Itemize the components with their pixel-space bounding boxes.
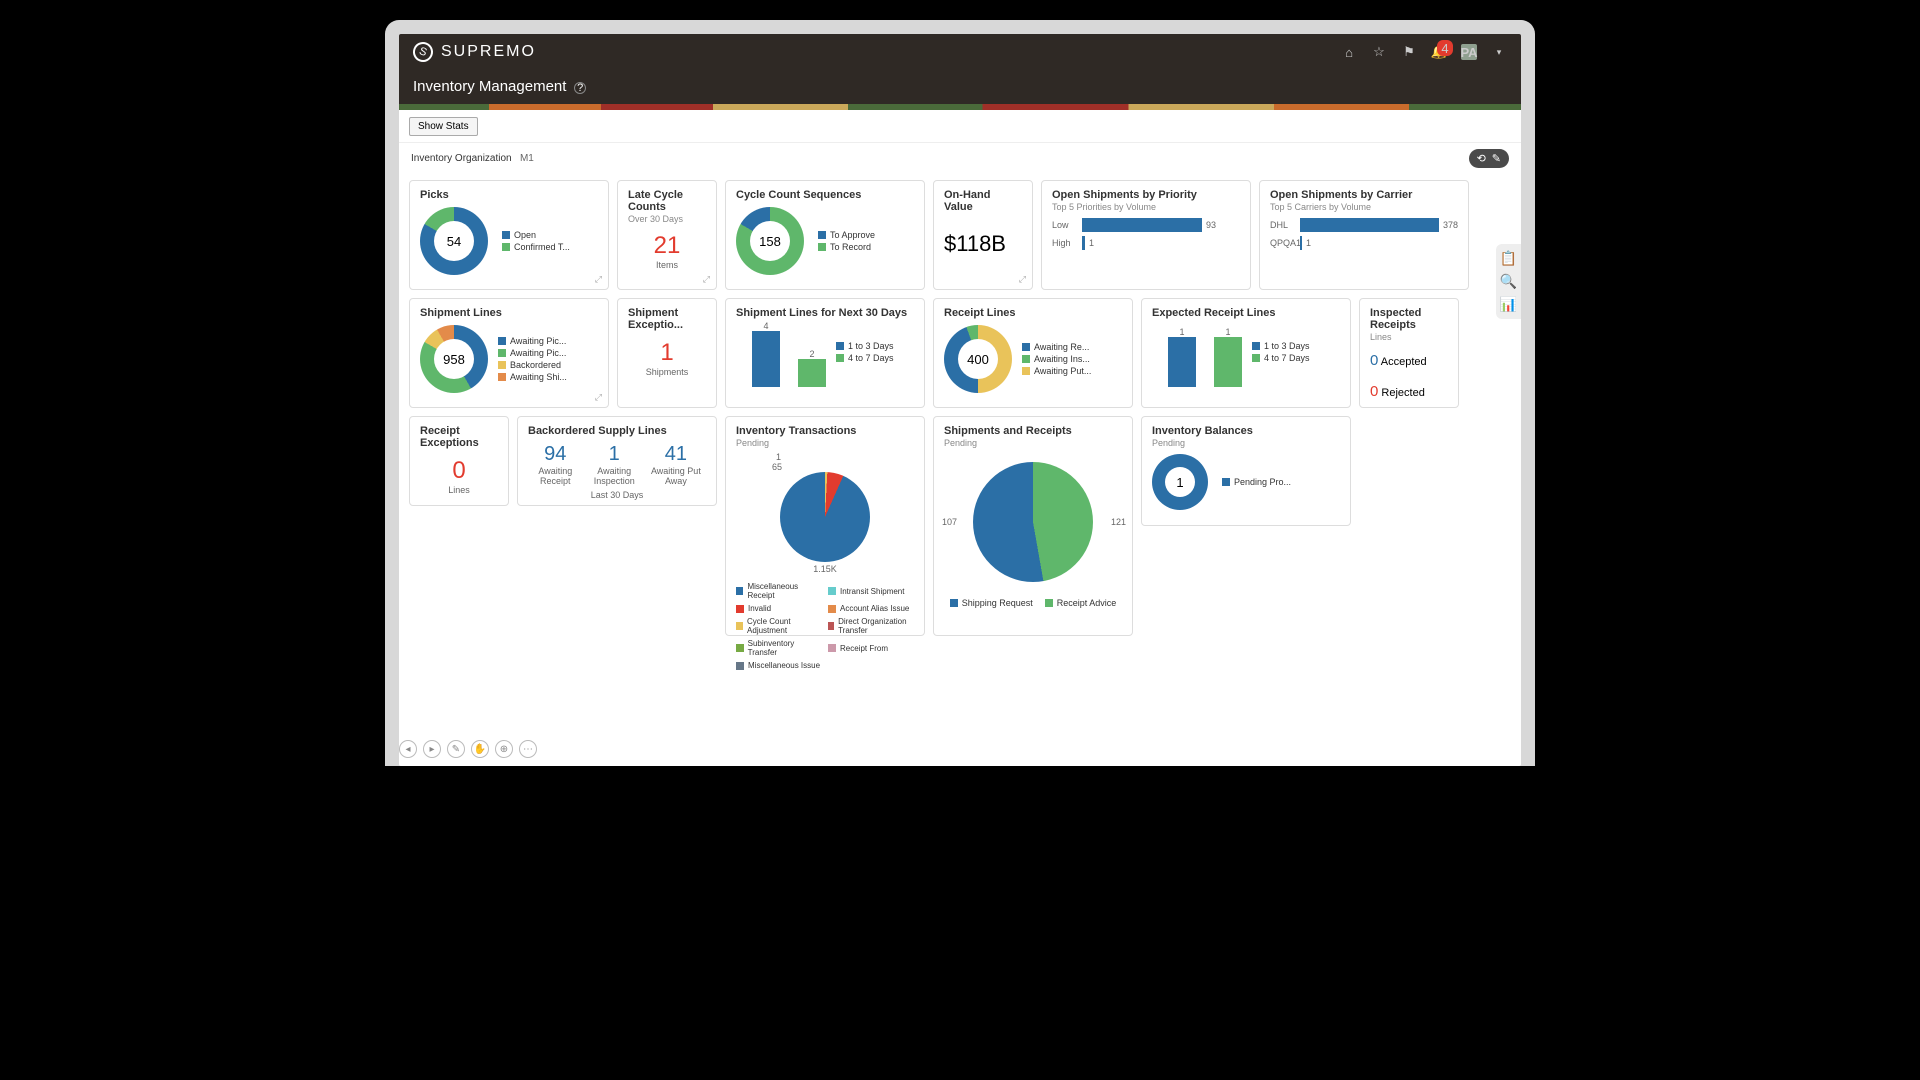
expand-icon[interactable]: ⤢ (703, 274, 710, 285)
view-toggle[interactable]: ⟲ ✎ (1469, 149, 1509, 168)
cycle-donut: 158 (736, 207, 804, 275)
card-inv-bal[interactable]: Inventory Balances Pending 1 Pending Pro… (1141, 416, 1351, 526)
card-ship-carrier[interactable]: Open Shipments by Carrier Top 5 Carriers… (1259, 180, 1469, 290)
more-icon[interactable]: ⋯ (519, 740, 537, 758)
card-receipt-lines[interactable]: Receipt Lines 400 Awaiting Re... Awaitin… (933, 298, 1133, 408)
onhand-value: $118B (944, 231, 1022, 257)
card-onhand[interactable]: On-Hand Value $118B ⤢ (933, 180, 1033, 290)
flag-icon[interactable]: ⚑ (1401, 44, 1417, 60)
star-icon[interactable]: ☆ (1371, 44, 1387, 60)
clipboard-icon[interactable]: 📋 (1500, 250, 1517, 267)
pen-icon[interactable]: ✎ (447, 740, 465, 758)
org-row: Inventory Organization M1 ⟲ ✎ (399, 143, 1521, 174)
toolbar: Show Stats (399, 110, 1521, 143)
brand-name: SUPREMO (441, 43, 536, 61)
presenter-controls: ◂ ▸ ✎ ✋ ⊕ ⋯ (399, 740, 537, 758)
laptop-frame: S SUPREMO ⌂ ☆ ⚑ 🔔4 PA ▾ Inventory Manage… (385, 20, 1535, 766)
card-title: Picks (420, 189, 598, 201)
card-receipt-exc[interactable]: Receipt Exceptions 0 Lines (409, 416, 509, 506)
card-inspected[interactable]: Inspected Receipts Lines 0 Accepted 0 Re… (1359, 298, 1459, 408)
dashboard-grid: Picks 54 Open Confirmed T... ⤢ Late Cycl… (399, 174, 1521, 656)
card-ship-lines[interactable]: Shipment Lines 958 Awaiting Pic... Await… (409, 298, 609, 408)
next-icon[interactable]: ▸ (423, 740, 441, 758)
org-label: Inventory Organization (411, 153, 512, 164)
org-value: M1 (520, 153, 534, 164)
page-header: Inventory Management ? (399, 70, 1521, 104)
expand-icon[interactable]: ⤢ (595, 274, 602, 285)
right-rail: 📋 🔍 📊 (1496, 244, 1521, 319)
brand-logo-icon: S (410, 39, 436, 65)
picks-donut: 54 (420, 207, 488, 275)
screen: S SUPREMO ⌂ ☆ ⚑ 🔔4 PA ▾ Inventory Manage… (399, 34, 1521, 766)
shiplines-donut: 958 (420, 325, 488, 393)
home-icon[interactable]: ⌂ (1341, 44, 1357, 60)
bell-icon[interactable]: 🔔4 (1431, 44, 1447, 60)
expand-icon[interactable]: ⤢ (595, 392, 602, 403)
card-ship-next30[interactable]: Shipment Lines for Next 30 Days 4 2 1 to… (725, 298, 925, 408)
card-late-cycle[interactable]: Late Cycle Counts Over 30 Days 21 Items … (617, 180, 717, 290)
expand-icon[interactable]: ⤢ (1019, 274, 1026, 285)
card-inv-trans[interactable]: Inventory Transactions Pending 1 65 1.15… (725, 416, 925, 636)
picks-value: 54 (434, 221, 474, 261)
prev-icon[interactable]: ◂ (399, 740, 417, 758)
help-icon[interactable]: ? (574, 82, 586, 94)
avatar[interactable]: PA (1461, 44, 1477, 60)
show-stats-button[interactable]: Show Stats (409, 117, 478, 136)
top-actions: ⌂ ☆ ⚑ 🔔4 PA ▾ (1341, 44, 1507, 60)
card-cycle-seq[interactable]: Cycle Count Sequences 158 To Approve To … (725, 180, 925, 290)
chart-icon[interactable]: 📊 (1500, 296, 1517, 313)
refresh-icon[interactable]: ⟲ (1477, 152, 1486, 165)
edit-icon[interactable]: ✎ (1492, 152, 1501, 165)
card-exp-receipt[interactable]: Expected Receipt Lines 1 1 1 to 3 Days 4… (1141, 298, 1351, 408)
card-ship-rec[interactable]: Shipments and Receipts Pending 107 121 S… (933, 416, 1133, 636)
top-app-bar: S SUPREMO ⌂ ☆ ⚑ 🔔4 PA ▾ (399, 34, 1521, 70)
card-ship-priority[interactable]: Open Shipments by Priority Top 5 Priorit… (1041, 180, 1251, 290)
caret-down-icon[interactable]: ▾ (1491, 44, 1507, 60)
picks-legend: Open Confirmed T... (502, 228, 570, 254)
card-backordered[interactable]: Backordered Supply Lines 94Awaiting Rece… (517, 416, 717, 506)
card-ship-exc[interactable]: Shipment Exceptio... 1 Shipments (617, 298, 717, 408)
hand-icon[interactable]: ✋ (471, 740, 489, 758)
bell-badge: 4 (1437, 40, 1453, 56)
card-picks[interactable]: Picks 54 Open Confirmed T... ⤢ (409, 180, 609, 290)
search-icon[interactable]: 🔍 (1500, 273, 1517, 290)
brand: S SUPREMO (413, 42, 536, 62)
zoom-icon[interactable]: ⊕ (495, 740, 513, 758)
page-title: Inventory Management (413, 78, 566, 95)
